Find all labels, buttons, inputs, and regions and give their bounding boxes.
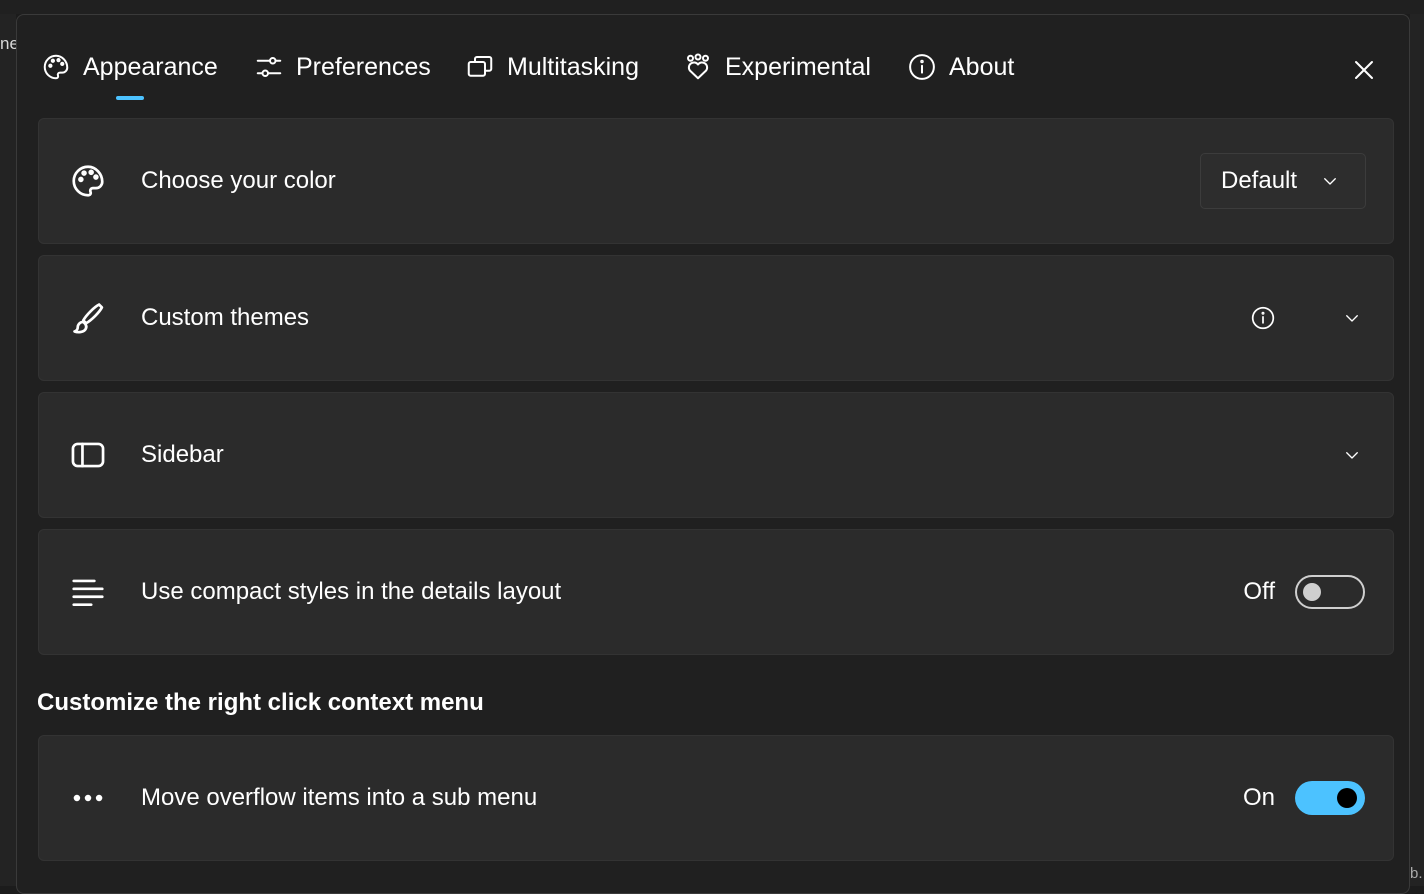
toggle-state-label: On <box>1242 784 1275 811</box>
info-icon <box>909 54 935 80</box>
toggle-knob <box>1303 583 1321 601</box>
chevron-down-icon <box>1346 315 1358 322</box>
custom-themes-info-button[interactable] <box>1249 304 1277 332</box>
tab-label: Preferences <box>296 52 431 81</box>
setting-card-color: Choose your color Default <box>38 118 1394 244</box>
color-dropdown[interactable]: Default <box>1200 153 1366 209</box>
custom-themes-expander[interactable] <box>1339 305 1365 331</box>
setting-label: Choose your color <box>141 167 336 194</box>
tab-label: Multitasking <box>507 52 639 81</box>
background-text-fragment: b. <box>1410 865 1423 882</box>
align-left-lines-icon <box>69 573 107 611</box>
info-icon <box>1251 306 1275 330</box>
selected-tab-indicator <box>116 96 144 100</box>
toggle-state-label: Off <box>1243 578 1275 605</box>
people-heart-icon <box>687 53 709 80</box>
sidebar-expander[interactable] <box>1339 442 1365 468</box>
compact-toggle-group: Off <box>1243 575 1365 609</box>
settings-tab-bar: Appearance Preferences Multitasking Expe… <box>17 15 1409 115</box>
setting-label: Move overflow items into a sub menu <box>141 784 538 811</box>
palette-icon <box>69 162 107 200</box>
tab-label: Experimental <box>725 52 871 81</box>
palette-icon <box>43 54 69 80</box>
setting-card-overflow-items: Move overflow items into a sub menu On <box>38 735 1394 861</box>
paintbrush-icon <box>69 299 107 337</box>
setting-label: Sidebar <box>141 441 224 468</box>
chevron-down-icon <box>1324 178 1336 185</box>
sidebar-panel-icon <box>69 436 107 474</box>
close-button[interactable] <box>1347 53 1381 87</box>
setting-card-custom-themes[interactable]: Custom themes <box>38 255 1394 381</box>
sliders-icon <box>256 57 282 78</box>
section-heading: Customize the right click context menu <box>37 689 484 716</box>
close-icon <box>1355 61 1373 79</box>
windows-stack-icon <box>467 56 493 77</box>
setting-label: Custom themes <box>141 304 310 331</box>
background-window-left: ne <box>0 14 19 886</box>
tab-appearance[interactable]: Appearance <box>41 47 218 87</box>
overflow-toggle-group: On <box>1243 781 1365 815</box>
tab-label: Appearance <box>83 52 218 81</box>
chevron-down-icon <box>1346 452 1358 459</box>
tab-preferences[interactable]: Preferences <box>254 47 431 87</box>
background-titlebar-strip <box>0 0 1424 14</box>
settings-dialog: Appearance Preferences Multitasking Expe… <box>16 14 1410 894</box>
setting-card-compact-styles: Use compact styles in the details layout… <box>38 529 1394 655</box>
tab-label: About <box>949 52 1015 81</box>
tab-experimental[interactable]: Experimental <box>683 47 871 87</box>
setting-label: Use compact styles in the details layout <box>141 578 562 605</box>
tab-about[interactable]: About <box>907 47 1014 87</box>
tab-multitasking[interactable]: Multitasking <box>465 47 639 87</box>
toggle-knob <box>1337 788 1357 808</box>
setting-card-sidebar[interactable]: Sidebar <box>38 392 1394 518</box>
compact-styles-toggle[interactable] <box>1295 575 1365 609</box>
overflow-submenu-toggle[interactable] <box>1295 781 1365 815</box>
more-dots-icon <box>69 779 107 817</box>
color-dropdown-value: Default <box>1221 167 1298 194</box>
background-window-right: b. <box>1410 14 1424 886</box>
